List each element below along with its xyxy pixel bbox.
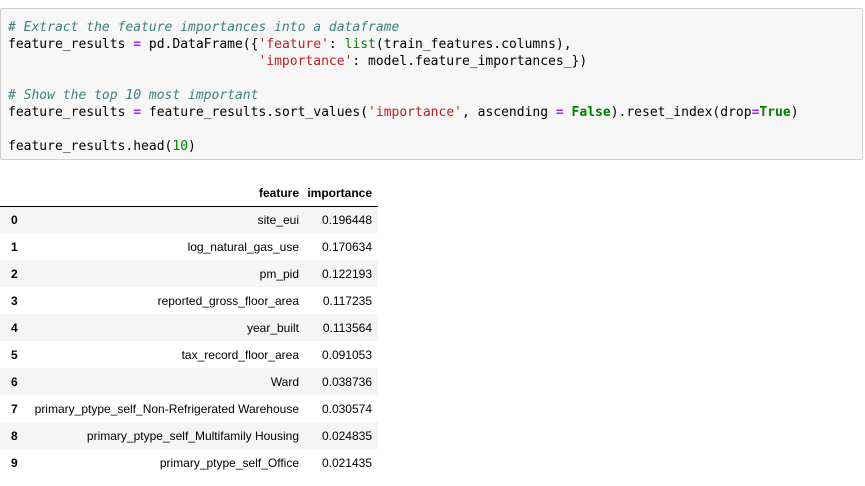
- feature-cell: Ward: [270, 374, 299, 389]
- code-keyword: True: [759, 105, 791, 120]
- table-row: 0 site_eui 0.196448: [0, 206, 378, 233]
- row-index: 0: [11, 212, 18, 227]
- table-row: 5 tax_record_floor_area 0.091053: [0, 341, 378, 368]
- code-cell-editor[interactable]: # Extract the feature importances into a…: [0, 8, 863, 160]
- importance-cell: 0.170634: [321, 239, 372, 254]
- code-token: feature_results.head(: [8, 139, 173, 154]
- row-index: 9: [11, 455, 18, 470]
- table-header-row: feature importance: [0, 181, 378, 207]
- row-index: 4: [11, 320, 18, 335]
- code-string: 'importance': [258, 54, 353, 69]
- column-header-feature: feature: [31, 181, 301, 207]
- code-operator: =: [133, 105, 142, 120]
- importance-cell: 0.021435: [321, 455, 372, 470]
- code-token: ).reset_index(drop: [610, 105, 752, 120]
- table-row: 4 year_built 0.113564: [0, 314, 378, 341]
- code-comment: # Extract the feature importances into a…: [8, 20, 400, 35]
- table-row: 9 primary_ptype_self_Office 0.021435: [0, 449, 378, 476]
- code-token: (train_features.columns),: [375, 37, 572, 52]
- code-string: 'importance': [368, 105, 462, 120]
- table-row: 3 reported_gross_floor_area 0.117235: [0, 287, 378, 314]
- feature-cell: primary_ptype_self_Multifamily Housing: [86, 428, 299, 443]
- code-number: 10: [172, 139, 189, 154]
- code-builtin: list: [344, 37, 376, 52]
- code-token: , ascending: [461, 105, 556, 120]
- code-keyword: False: [571, 105, 611, 120]
- importance-cell: 0.122193: [321, 266, 372, 281]
- code-line-6: feature_results = feature_results.sort_v…: [8, 104, 862, 121]
- row-index: 6: [11, 374, 18, 389]
- importance-cell: 0.117235: [322, 293, 372, 308]
- code-string: 'feature': [258, 37, 329, 52]
- code-line-5: # Show the top 10 most important: [8, 87, 862, 104]
- table-row: 2 pm_pid 0.122193: [0, 260, 378, 287]
- table-body: 0 site_eui 0.196448 1 log_natural_gas_use 0.1…: [0, 206, 378, 476]
- dataframe-table: feature importance 0 site_eui 0.196448 1 log…: [0, 181, 378, 476]
- feature-cell: site_eui: [257, 212, 299, 227]
- feature-cell: tax_record_floor_area: [181, 347, 299, 362]
- importance-cell: 0.030574: [321, 401, 372, 416]
- feature-cell: year_built: [246, 320, 299, 335]
- row-index: 7: [11, 401, 18, 416]
- feature-cell: primary_ptype_self_Non-Refrigerated Ware…: [34, 401, 299, 416]
- code-line-8: feature_results.head(10): [8, 138, 862, 155]
- row-index: 5: [11, 347, 18, 362]
- code-line-2: feature_results = pd.DataFrame({'feature…: [8, 36, 862, 53]
- feature-cell: reported_gross_floor_area: [157, 293, 299, 308]
- code-token: feature_results: [8, 105, 134, 120]
- code-operator: =: [133, 37, 142, 52]
- importance-cell: 0.038736: [321, 374, 372, 389]
- code-token: :: [328, 37, 345, 52]
- row-index: 1: [11, 239, 18, 254]
- row-index: 3: [11, 293, 18, 308]
- cell-output: feature importance 0 site_eui 0.196448 1 log…: [0, 181, 378, 476]
- code-token: pd.DataFrame({: [141, 37, 259, 52]
- column-header-importance: importance: [301, 181, 378, 207]
- code-token: : model.feature_importances_}): [352, 54, 588, 69]
- table-row: 7 primary_ptype_self_Non-Refrigerated War…: [0, 395, 378, 422]
- code-comment: # Show the top 10 most important: [8, 88, 259, 103]
- feature-cell: pm_pid: [259, 266, 299, 281]
- importance-cell: 0.091053: [321, 347, 372, 362]
- importance-cell: 0.196448: [321, 212, 372, 227]
- row-index: 2: [11, 266, 18, 281]
- importance-cell: 0.113564: [322, 320, 372, 335]
- row-index: 8: [11, 428, 18, 443]
- code-token: feature_results.sort_values(: [141, 105, 369, 120]
- code-token: ): [790, 105, 799, 120]
- code-token: feature_results: [8, 37, 134, 52]
- feature-cell: primary_ptype_self_Office: [159, 455, 299, 470]
- code-operator: =: [555, 105, 564, 120]
- importance-cell: 0.024835: [321, 428, 372, 443]
- table-row: 6 Ward 0.038736: [0, 368, 378, 395]
- code-line-3: 'importance': model.feature_importances_…: [8, 53, 862, 70]
- table-row: 1 log_natural_gas_use 0.170634: [0, 233, 378, 260]
- feature-cell: log_natural_gas_use: [187, 239, 299, 254]
- index-header: [0, 181, 31, 207]
- code-token: ): [188, 139, 196, 154]
- code-line-1: # Extract the feature importances into a…: [8, 19, 862, 36]
- table-row: 8 primary_ptype_self_Multifamily Housing 0…: [0, 422, 378, 449]
